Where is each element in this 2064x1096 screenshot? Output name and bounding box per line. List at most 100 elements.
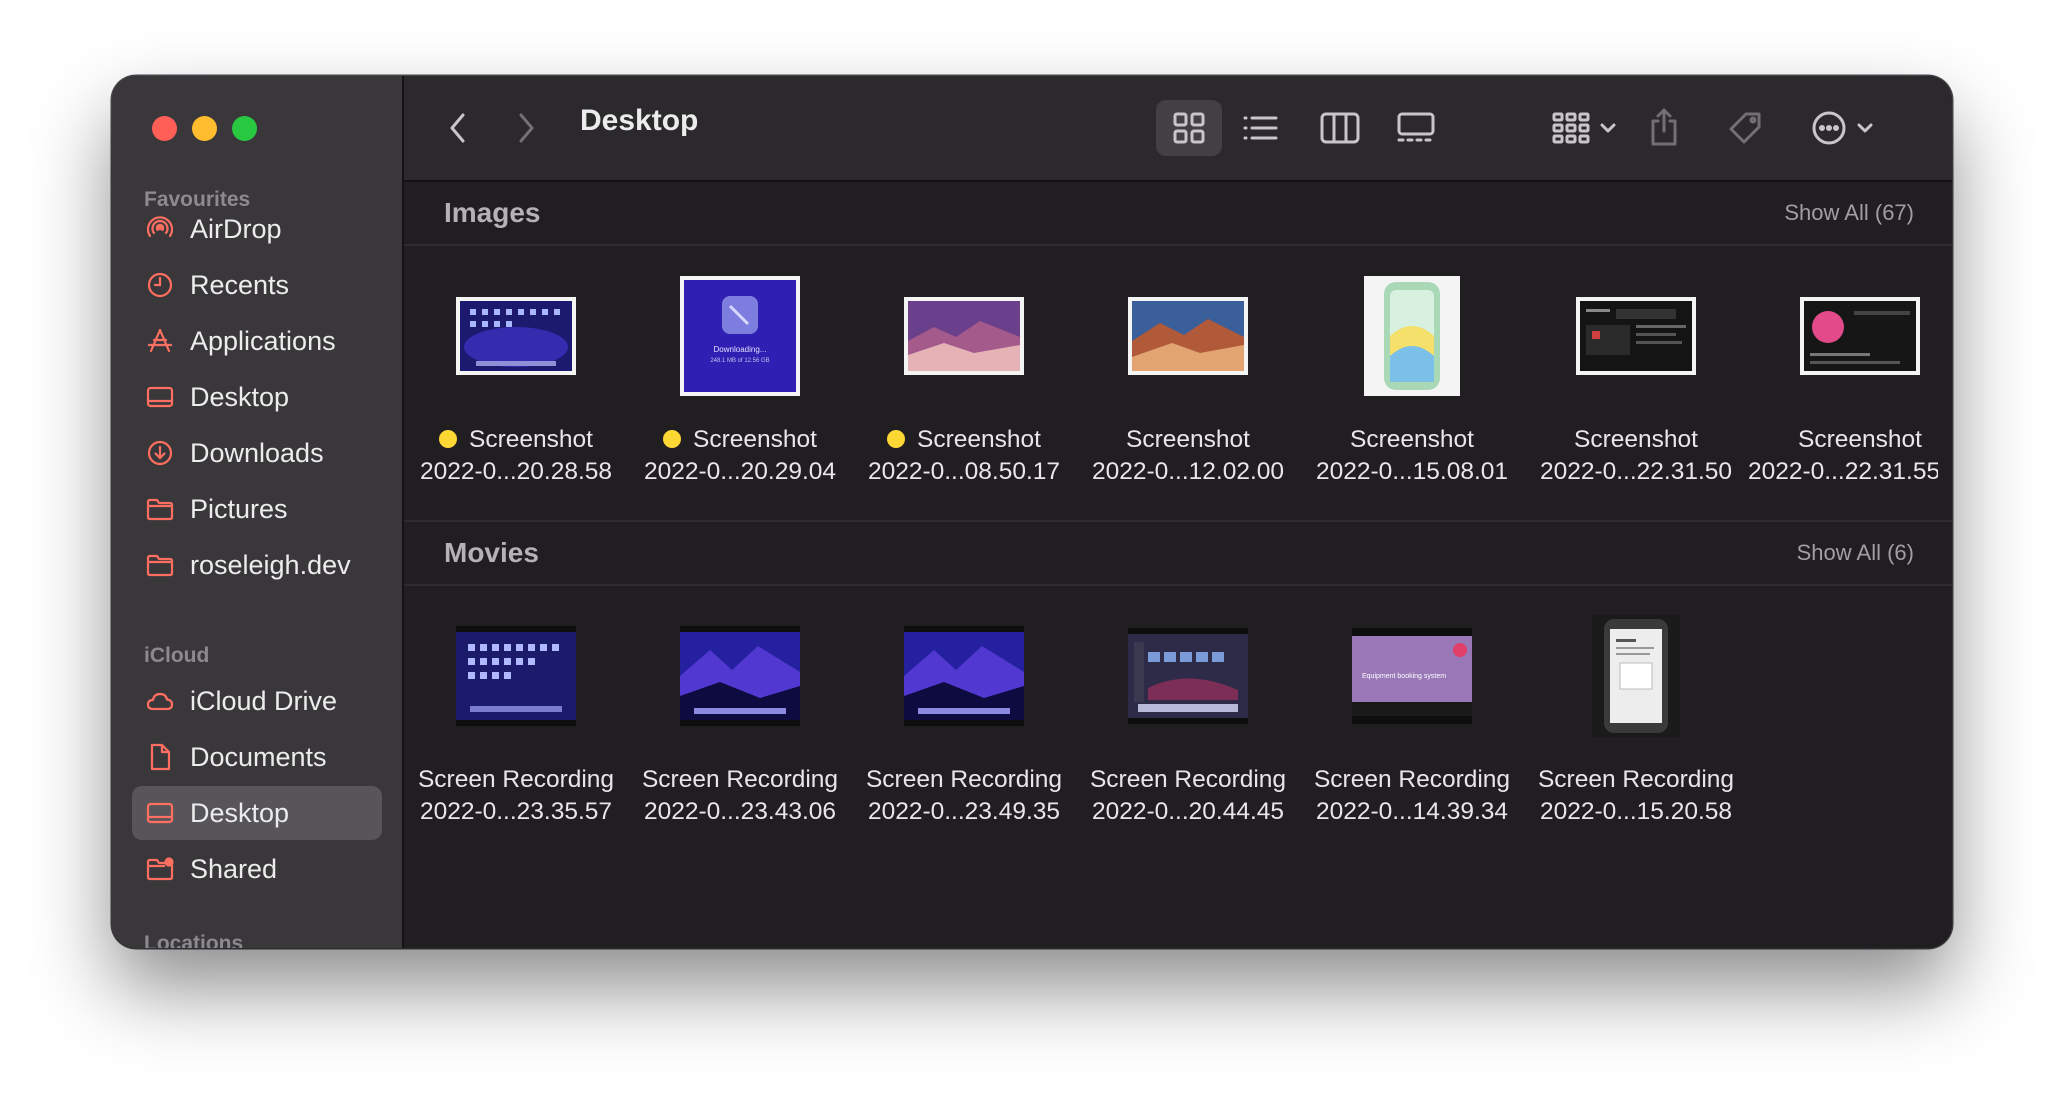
file-date: 2022-0...15.08.01	[1315, 458, 1509, 485]
chevron-down-icon	[1600, 123, 1616, 133]
gallery-view-button[interactable]	[1386, 100, 1446, 156]
file-date: 2022-0...20.44.45	[1091, 798, 1285, 825]
more-actions-button[interactable]	[1802, 100, 1882, 156]
share-button[interactable]	[1642, 98, 1686, 156]
sidebar-item-shared[interactable]: Shared	[132, 842, 382, 896]
folder-icon	[144, 493, 176, 525]
file-name: Screen Recording	[641, 766, 839, 793]
section-title: Movies	[444, 537, 539, 568]
file-name: Screenshot	[848, 424, 1080, 456]
file-tile[interactable]: Screen Recording 2022-0...23.43.06	[628, 610, 852, 830]
download-icon	[144, 437, 176, 469]
thumbnail	[1524, 610, 1748, 742]
sidebar-item-icloud-desktop[interactable]: Desktop	[132, 786, 382, 840]
file-tile[interactable]: Screen Recording 2022-0...15.20.58	[1524, 610, 1748, 830]
svg-text:Equipment booking system: Equipment booking system	[1362, 673, 1446, 680]
file-tile[interactable]: Screen Recording 2022-0...23.35.57	[404, 610, 628, 830]
file-name: Screenshot	[624, 424, 856, 456]
sidebar-item-label: Pictures	[190, 493, 288, 524]
thumbnail: Equipment booking system	[1300, 610, 1524, 742]
file-tile[interactable]: Screenshot 2022-0...12.02.00	[1076, 270, 1300, 490]
column-view-button[interactable]	[1310, 100, 1370, 156]
sidebar-item-label: AirDrop	[190, 213, 282, 244]
thumbnail	[852, 270, 1076, 402]
main-content: Desktop Images Show All (67) Screenshot …	[404, 76, 1952, 948]
sidebar-item-label: Desktop	[190, 797, 290, 828]
file-tile[interactable]: Screen Recording 2022-0...23.49.35	[852, 610, 1076, 830]
file-name: Screenshot	[400, 424, 632, 456]
gallery-icon	[1397, 112, 1435, 142]
file-tile[interactable]: Screenshot 2022-0...08.50.17	[852, 270, 1076, 490]
file-name: Screen Recording	[417, 766, 615, 793]
chevron-down-icon	[1857, 123, 1873, 133]
svg-text:248.1 MB of 12.56 GB: 248.1 MB of 12.56 GB	[710, 358, 769, 364]
yellow-tag-icon	[663, 430, 682, 448]
thumbnail	[1524, 270, 1748, 402]
section-title: Images	[444, 197, 541, 228]
maximize-window-button[interactable]	[232, 116, 257, 141]
airdrop-icon	[144, 213, 176, 245]
sidebar-item-icloud-drive[interactable]: iCloud Drive	[132, 674, 382, 728]
sidebar-item-applications[interactable]: Applications	[132, 314, 382, 368]
thumbnail	[1076, 610, 1300, 742]
file-name: Screen Recording	[1313, 766, 1511, 793]
movies-row: Screen Recording 2022-0...23.35.57 Scree…	[404, 610, 1952, 830]
group-by-button[interactable]	[1544, 100, 1624, 156]
file-name: Screenshot	[1350, 426, 1474, 453]
yellow-tag-icon	[887, 430, 906, 448]
sidebar-item-roseleigh-dev[interactable]: roseleigh.dev	[132, 538, 382, 592]
file-tile[interactable]: Screenshot 2022-0...22.31.55	[1748, 270, 1952, 490]
tag-icon	[1729, 112, 1761, 144]
forward-button[interactable]	[508, 108, 544, 148]
shared-folder-icon	[144, 853, 176, 885]
sidebar-item-label: roseleigh.dev	[190, 549, 351, 580]
sidebar-item-desktop[interactable]: Desktop	[132, 370, 382, 424]
icon-view-button[interactable]	[1156, 100, 1222, 156]
folder-icon	[144, 549, 176, 581]
sidebar-item-label: Shared	[190, 853, 278, 884]
file-tile[interactable]: Screenshot 2022-0...22.31.50	[1524, 270, 1748, 490]
file-date: 2022-0...20.28.58	[419, 458, 613, 485]
thumbnail	[852, 610, 1076, 742]
minimize-window-button[interactable]	[192, 116, 217, 141]
sidebar-item-airdrop[interactable]: AirDrop	[132, 202, 382, 256]
file-name: Screen Recording	[1537, 766, 1735, 793]
file-tile[interactable]: Screenshot 2022-0...15.08.01	[1300, 270, 1524, 490]
svg-text:Downloading...: Downloading...	[714, 345, 767, 354]
sidebar-item-downloads[interactable]: Downloads	[132, 426, 382, 480]
file-tile[interactable]: Downloading... 248.1 MB of 12.56 GB Scre…	[628, 270, 852, 490]
tag-button[interactable]	[1722, 100, 1768, 156]
sidebar-item-label: Desktop	[190, 381, 290, 412]
back-button[interactable]	[440, 108, 476, 148]
columns-icon	[1320, 112, 1360, 144]
chevron-right-icon	[519, 113, 534, 143]
sidebar-item-pictures[interactable]: Pictures	[132, 482, 382, 536]
clock-icon	[144, 269, 176, 301]
sidebar-item-label: Downloads	[190, 437, 324, 468]
thumbnail	[404, 610, 628, 742]
file-tile[interactable]: Equipment booking system Screen Recordin…	[1300, 610, 1524, 830]
sidebar-section-locations: Locations	[144, 932, 244, 948]
close-window-button[interactable]	[152, 116, 177, 141]
finder-window: Favourites AirDrop Recents Applications …	[112, 76, 1952, 948]
file-date: 2022-0...14.39.34	[1315, 798, 1509, 825]
thumbnail	[1300, 270, 1524, 402]
images-row: Screenshot 2022-0...20.28.58 Downloading…	[404, 270, 1952, 490]
sidebar-item-recents[interactable]: Recents	[132, 258, 382, 312]
file-date: 2022-0...23.43.06	[643, 798, 837, 825]
file-tile[interactable]: Screen Recording 2022-0...20.44.45	[1076, 610, 1300, 830]
file-date: 2022-0...20.29.04	[643, 458, 837, 485]
images-section-header: Images Show All (67)	[404, 182, 1952, 246]
list-view-button[interactable]	[1230, 100, 1290, 156]
file-tile[interactable]: Screenshot 2022-0...20.28.58	[404, 270, 628, 490]
file-name: Screenshot	[1798, 426, 1922, 453]
list-icon	[1243, 116, 1278, 140]
file-date: 2022-0...23.35.57	[419, 798, 613, 825]
sidebar-item-label: Recents	[190, 269, 290, 300]
file-date: 2022-0...12.02.00	[1091, 458, 1285, 485]
desktop-icon	[144, 381, 176, 413]
sidebar-item-documents[interactable]: Documents	[132, 730, 382, 784]
show-all-images-button[interactable]: Show All (67)	[1784, 200, 1914, 226]
share-icon	[1651, 108, 1677, 146]
show-all-movies-button[interactable]: Show All (6)	[1797, 540, 1914, 566]
